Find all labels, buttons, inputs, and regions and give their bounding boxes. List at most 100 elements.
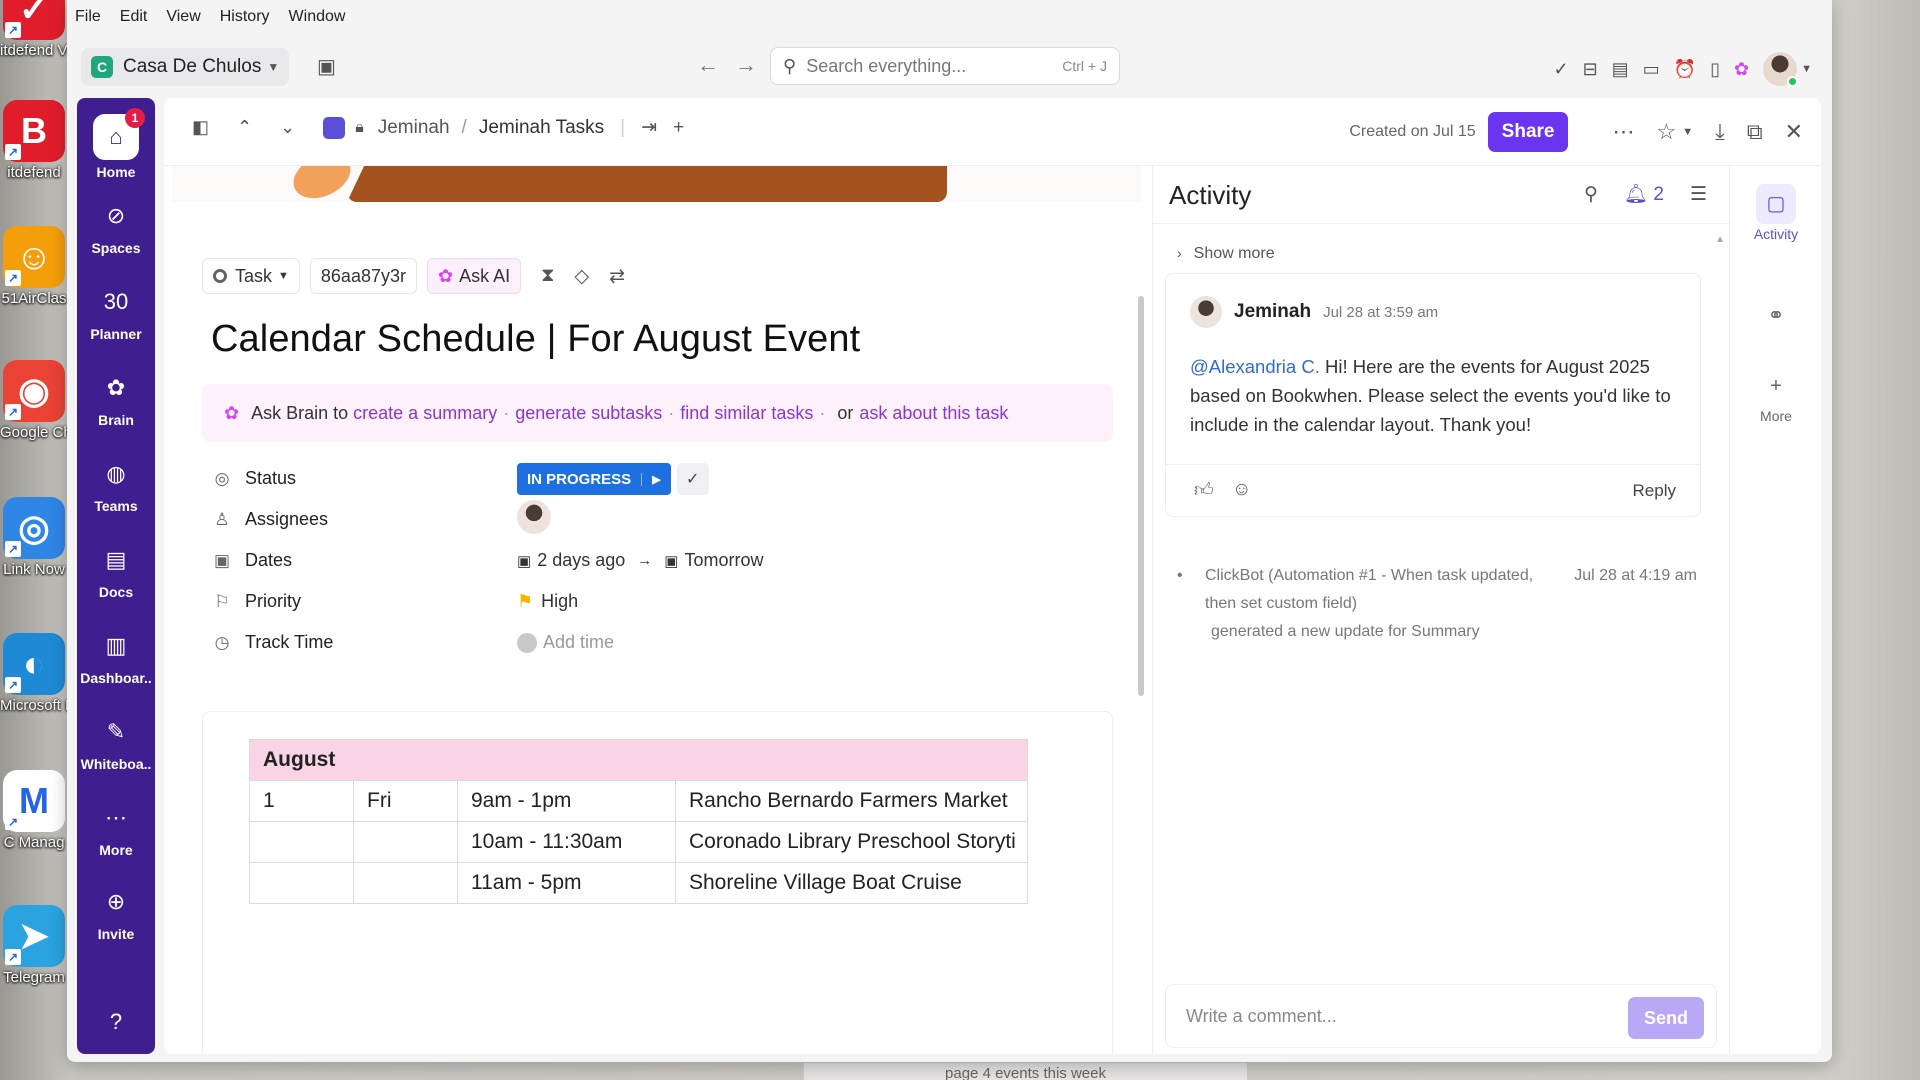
content-scrollbar[interactable]: [1138, 166, 1146, 1054]
more-options-icon[interactable]: ⋯: [1612, 119, 1634, 145]
menu-edit[interactable]: Edit: [120, 8, 148, 26]
table-cell-day[interactable]: [249, 862, 354, 904]
generate-subtasks-link[interactable]: generate subtasks: [515, 403, 662, 424]
tag-icon[interactable]: ◇: [574, 265, 589, 288]
author-name[interactable]: Jeminah: [1234, 301, 1311, 323]
author-avatar[interactable]: [1190, 296, 1222, 328]
add-icon[interactable]: +: [673, 117, 684, 139]
assignees-field[interactable]: [517, 500, 551, 534]
forward-arrow-icon[interactable]: →: [735, 52, 757, 77]
chevron-down-icon[interactable]: ▼: [1682, 126, 1693, 138]
sidebar-item-home[interactable]: ⌂ 1 Home: [77, 108, 155, 180]
complete-check-button[interactable]: ✓: [676, 463, 709, 495]
add-reaction-icon[interactable]: ☺: [1232, 479, 1251, 501]
sidebar-item-spaces[interactable]: ⊘ Spaces: [77, 196, 155, 256]
search-box[interactable]: ⚲ Search everything... Ctrl + J: [770, 47, 1120, 85]
sidebar-item-dashboar[interactable]: ▥ Dashboar..: [77, 626, 155, 686]
table-cell-time[interactable]: 11am - 5pm: [457, 862, 676, 904]
hourglass-icon[interactable]: ⧗: [541, 265, 554, 287]
close-icon[interactable]: ✕: [1785, 119, 1803, 145]
chevron-down-icon[interactable]: ⌄: [280, 117, 295, 138]
table-cell-day[interactable]: [249, 821, 354, 863]
sidebar-item-teams[interactable]: ◍ Teams: [77, 454, 155, 514]
breadcrumb-space[interactable]: Jeminah: [378, 117, 450, 139]
task-id-chip[interactable]: 86aa87y3r: [309, 258, 417, 294]
move-task-icon[interactable]: ⇥: [641, 116, 657, 139]
status-pill[interactable]: IN PROGRESS ▶: [517, 463, 671, 495]
sidebar-item-docs[interactable]: ▤ Docs: [77, 540, 155, 600]
desktop-icon[interactable]: M ↗ C Manag: [0, 770, 68, 852]
back-arrow-icon[interactable]: ←: [697, 52, 719, 77]
workspace-switcher[interactable]: C Casa De Chulos ▼: [81, 48, 290, 86]
user-avatar[interactable]: [1763, 52, 1799, 87]
table-cell-weekday[interactable]: [353, 862, 458, 904]
table-cell-time[interactable]: 9am - 1pm: [457, 780, 676, 822]
convert-icon[interactable]: ⇄: [609, 265, 625, 288]
table-cell-weekday[interactable]: [353, 821, 458, 863]
menu-file[interactable]: File: [75, 8, 101, 26]
expand-icon[interactable]: ⧉: [1747, 119, 1763, 145]
sidebar-item-planner[interactable]: 30 Planner: [77, 282, 155, 342]
task-title[interactable]: Calendar Schedule | For August Event: [211, 318, 860, 361]
assignee-avatar[interactable]: [517, 500, 551, 534]
desktop-icon[interactable]: ◎ ↗ Link Now: [0, 497, 68, 579]
notepad-icon[interactable]: ▤: [1612, 59, 1629, 80]
sidebar-item-whiteboa[interactable]: ✎ Whiteboa..: [77, 712, 155, 772]
start-date[interactable]: 2 days ago: [537, 550, 625, 571]
sidebar-item-invite[interactable]: ⊕ Invite: [77, 882, 155, 942]
menu-view[interactable]: View: [166, 8, 200, 26]
next-status-icon[interactable]: ▶: [641, 472, 670, 486]
comment-input[interactable]: Write a comment...: [1186, 1006, 1337, 1027]
find-similar-tasks-link[interactable]: find similar tasks: [680, 403, 813, 424]
rail-item-activity[interactable]: ▢ Activity: [1730, 184, 1821, 242]
check-circle-icon[interactable]: ✓: [1553, 59, 1568, 80]
desktop-icon[interactable]: ☺ ↗ 51AirClas: [0, 226, 68, 308]
breadcrumb-list[interactable]: Jeminah Tasks: [479, 117, 604, 139]
sidebar-item-more[interactable]: ⋯ More: [77, 798, 155, 858]
search-icon[interactable]: ⚲: [1584, 183, 1598, 206]
alarm-icon[interactable]: ⏰: [1674, 59, 1696, 80]
table-cell-event[interactable]: Coronado Library Preschool Storyti: [675, 821, 1028, 863]
inbox-icon[interactable]: ⊟: [1583, 59, 1598, 80]
priority-field[interactable]: ⚑ High: [517, 591, 578, 612]
desktop-icon[interactable]: ◉↗ Google Chrome: [0, 360, 68, 442]
create-summary-link[interactable]: create a summary: [353, 403, 497, 424]
ai-sparkle-icon[interactable]: ✿: [1734, 59, 1749, 80]
table-cell-event[interactable]: Rancho Bernardo Farmers Market: [675, 780, 1028, 822]
chevron-up-icon[interactable]: ⌃: [237, 117, 252, 138]
share-button[interactable]: Share: [1487, 112, 1569, 152]
desktop-icon[interactable]: B ↗ itdefend: [0, 100, 68, 182]
table-cell-day[interactable]: 1: [249, 780, 354, 822]
minimize-to-tray-icon[interactable]: ⤓: [1715, 119, 1725, 145]
reply-button[interactable]: Reply: [1633, 481, 1676, 501]
send-button[interactable]: Send: [1628, 997, 1704, 1039]
activity-scroll-up[interactable]: ▲: [1715, 234, 1725, 245]
rail-item-links[interactable]: ⚭: [1730, 296, 1821, 336]
table-cell-event[interactable]: Shoreline Village Boat Cruise: [675, 862, 1028, 904]
dates-field[interactable]: ▣ 2 days ago → ▣ Tomorrow: [517, 550, 763, 571]
desktop-icon[interactable]: ✓↗ itdefend VPN: [0, 0, 68, 60]
menu-history[interactable]: History: [220, 8, 270, 26]
mention-link[interactable]: @Alexandria C.: [1190, 356, 1320, 377]
chevron-down-icon[interactable]: ▼: [1801, 63, 1812, 75]
desktop-icon[interactable]: ◐↗ Microsoft Edge: [0, 633, 68, 715]
notifications-button[interactable]: 🔔︎ 2: [1624, 182, 1664, 206]
comment-composer[interactable]: Write a comment... Send: [1165, 984, 1717, 1048]
desktop-icon[interactable]: ➤ ↗ Telegram: [0, 905, 68, 987]
sidebar-item-brain[interactable]: ✿ Brain: [77, 368, 155, 428]
rail-item-more[interactable]: + More: [1730, 366, 1821, 424]
play-icon[interactable]: [517, 632, 537, 653]
menu-window[interactable]: Window: [289, 8, 346, 26]
thumbs-up-icon[interactable]: 👍︎: [1194, 479, 1214, 502]
ask-ai-button[interactable]: ✿ Ask AI: [426, 258, 522, 294]
sidebar-toggle-icon[interactable]: ◧: [192, 117, 209, 138]
table-cell-weekday[interactable]: Fri: [353, 780, 458, 822]
document-icon[interactable]: ▯: [1710, 59, 1720, 80]
table-cell-time[interactable]: 10am - 11:30am: [457, 821, 676, 863]
track-time-field[interactable]: Add time: [517, 632, 614, 653]
filter-icon[interactable]: ☰: [1690, 183, 1707, 206]
show-more-link[interactable]: › Show more: [1177, 245, 1275, 263]
video-icon[interactable]: ▭: [1643, 59, 1660, 80]
sidebar-item-help[interactable]: ?: [77, 1002, 155, 1042]
calendar-icon[interactable]: ▣: [317, 54, 336, 79]
